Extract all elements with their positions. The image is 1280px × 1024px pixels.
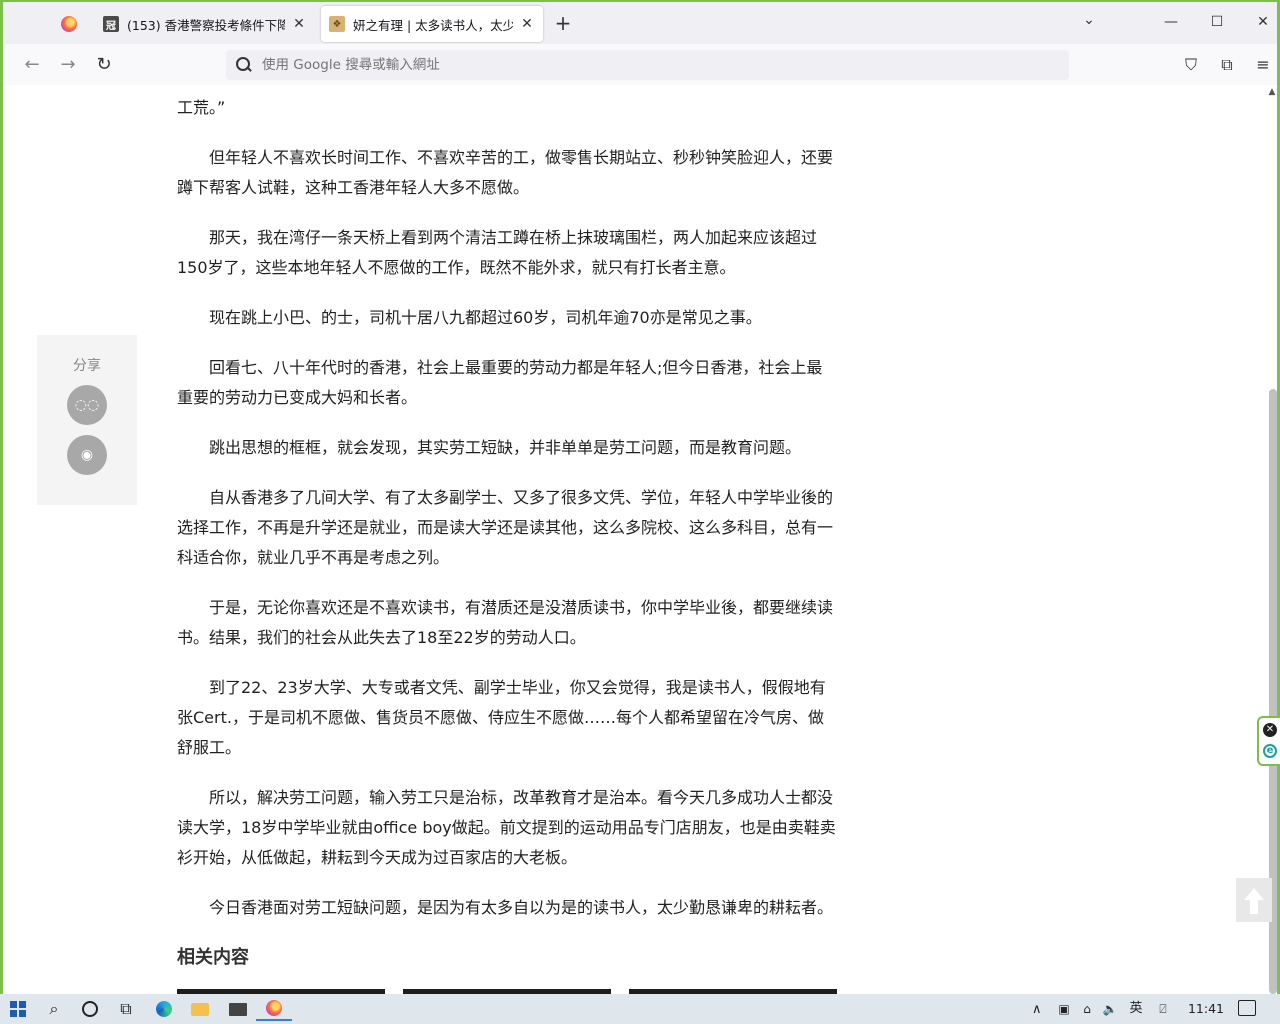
meet-now-icon[interactable]: ▣ [1055, 1000, 1073, 1018]
taskbar-search-icon[interactable]: ⌕ [36, 997, 72, 1021]
taskbar-clock[interactable]: 11:41 [1184, 994, 1228, 1024]
firefox-icon [61, 16, 77, 32]
article-body: 工荒。” 但年轻人不喜欢长时间工作、不喜欢辛苦的工，做零售长期站立、秒秒钟笑脸迎… [177, 85, 837, 994]
notification-center-icon[interactable] [1238, 1000, 1256, 1016]
chevron-down-icon[interactable]: ⌄ [1079, 12, 1099, 32]
url-input[interactable] [262, 57, 1042, 73]
share-panel: 分享 ◌◌ ◉ [37, 335, 137, 505]
related-content-heading: 相关内容 [177, 947, 249, 968]
tab-close-icon[interactable]: ✕ [519, 16, 535, 32]
input-method-indicator[interactable]: 英 [1126, 994, 1146, 1024]
share-label: 分享 [73, 358, 101, 374]
volume-icon[interactable]: 🔈 [1101, 1000, 1119, 1018]
article-paragraph: 今日香港面对劳工短缺问题，是因为有太多自以为是的读书人，太少勤恳谦卑的耕耘者。 [209, 898, 834, 917]
article-paragraph: 跳出思想的框框，就会发现，其实劳工短缺，并非单单是劳工问题，而是教育问题。 [209, 438, 802, 457]
extensions-puzzle-icon[interactable]: ⧉ [1216, 54, 1238, 76]
new-tab-button[interactable]: + [551, 12, 575, 36]
dark-square-icon: 冠 [103, 16, 119, 32]
tab-active-article[interactable]: ❖ 妍之有理 | 太多读书人，太少耕耘 ✕ [321, 6, 543, 42]
network-icon[interactable]: ⌂ [1078, 1000, 1096, 1018]
firefox-icon [266, 1000, 282, 1016]
edge-taskbar-button[interactable] [146, 997, 182, 1021]
side-extension-widget[interactable]: ✕ e [1257, 716, 1280, 766]
article-paragraph: 那天，我在湾仔一条天桥上看到两个清洁工蹲在桥上抹玻璃围栏，两人加起来应该超过15… [177, 228, 818, 277]
tray-overflow-chevron-icon[interactable]: ∧ [1032, 994, 1042, 1024]
wechat-icon[interactable]: ◌◌ [67, 385, 107, 425]
cortana-button[interactable] [72, 997, 108, 1021]
mail-icon [229, 1002, 247, 1016]
article-paragraph: 自从香港多了几间大学、有了太多副学士、又多了很多文凭、学位，年轻人中学毕业後的选… [177, 488, 834, 567]
tab-close-icon[interactable]: ✕ [291, 16, 307, 32]
back-arrow-icon[interactable]: ← [21, 54, 43, 76]
tab-title: 妍之有理 | 太多读书人，太少耕耘 [353, 17, 513, 33]
folder-icon [191, 1002, 209, 1016]
extension-e-icon[interactable]: e [1263, 744, 1277, 758]
url-bar[interactable] [226, 50, 1069, 80]
firefox-taskbar-button[interactable] [256, 997, 292, 1021]
close-window-icon[interactable]: ✕ [1253, 10, 1273, 34]
file-explorer-button[interactable] [182, 997, 218, 1021]
tab-bar: 冠 (153) 香港警察投考條件下降，警 ✕ ❖ 妍之有理 | 太多读书人，太少… [3, 2, 1277, 44]
search-icon [234, 56, 252, 74]
article-paragraph: 工荒。” [177, 98, 226, 117]
windows-logo-icon [10, 1001, 26, 1017]
task-view-icon[interactable]: ⧉ [108, 997, 144, 1021]
article-paragraph: 但年轻人不喜欢长时间工作、不喜欢辛苦的工，做零售长期站立、秒秒钟笑脸迎人，还要蹲… [177, 148, 834, 197]
minimize-icon[interactable]: — [1161, 10, 1181, 34]
pinned-tab-firefox[interactable] [47, 8, 91, 40]
cortana-circle-icon [82, 1001, 98, 1017]
weibo-icon[interactable]: ◉ [67, 435, 107, 475]
hamburger-menu-icon[interactable]: ≡ [1252, 54, 1274, 76]
gold-square-icon: ❖ [329, 16, 345, 32]
page-content: 分享 ◌◌ ◉ 工荒。” 但年轻人不喜欢长时间工作、不喜欢辛苦的工，做零售长期站… [3, 85, 1267, 994]
back-to-top-button[interactable] [1236, 878, 1272, 922]
pocket-icon[interactable]: ⛉ [1180, 54, 1202, 76]
maximize-icon[interactable]: ☐ [1207, 10, 1227, 34]
navigation-toolbar: ← → ↻ ⛉ ⧉ ≡ [3, 44, 1277, 86]
mail-button[interactable] [220, 997, 256, 1021]
tab-police-article[interactable]: 冠 (153) 香港警察投考條件下降，警 ✕ [95, 6, 315, 42]
article-paragraph: 所以，解决劳工问题，输入劳工只是治标，改革教育才是治本。看今天几多成功人士都没读… [177, 788, 836, 867]
ime-mode-icon[interactable]: ⍁ [1154, 1000, 1172, 1018]
article-paragraph: 回看七、八十年代时的香港，社会上最重要的劳动力都是年轻人;但今日香港，社会上最重… [177, 358, 823, 407]
close-icon[interactable]: ✕ [1263, 723, 1277, 737]
tab-title: (153) 香港警察投考條件下降，警 [127, 17, 285, 33]
forward-arrow-icon[interactable]: → [57, 54, 79, 76]
start-button[interactable] [0, 997, 36, 1021]
article-paragraph: 现在跳上小巴、的士，司机十居八九都超过60岁，司机年逾70亦是常见之事。 [209, 308, 762, 327]
scroll-up-arrow-icon[interactable]: ▲ [1267, 87, 1277, 97]
edge-icon [156, 1001, 172, 1017]
article-paragraph: 到了22、23岁大学、大专或者文凭、副学士毕业，你又会觉得，我是读书人，假假地有… [177, 678, 826, 757]
page-scrollbar[interactable]: ▲ [1267, 85, 1277, 994]
article-paragraph: 于是，无论你喜欢还是不喜欢读书，有潜质还是没潜质读书，你中学毕业後，都要继续读书… [177, 598, 834, 647]
windows-taskbar: ⌕ ⧉ ∧ ▣ ⌂ 🔈 英 ⍁ 11:41 [0, 994, 1280, 1024]
reload-icon[interactable]: ↻ [93, 54, 115, 76]
